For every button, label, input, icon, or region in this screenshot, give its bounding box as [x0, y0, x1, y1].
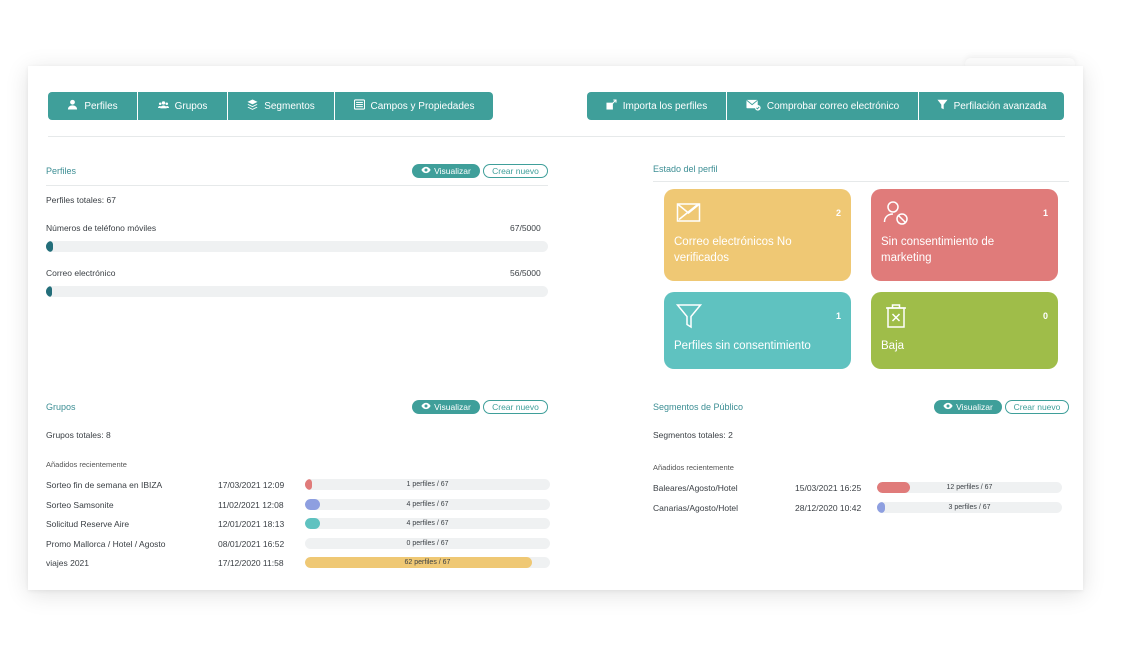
tile-label: Perfiles sin consentimiento	[674, 340, 811, 352]
tile-baja[interactable]: 0 Baja	[871, 292, 1058, 369]
eye-icon	[943, 402, 953, 412]
grupos-create-label: Crear nuevo	[492, 402, 539, 412]
toolbar-divider	[48, 136, 1065, 137]
row-name[interactable]: Baleares/Agosto/Hotel	[653, 483, 738, 493]
toolbar-right: Importa los perfiles Comprobar correo el…	[587, 92, 1064, 120]
dashboard-card: Perfiles Grupos Segmentos Campos y Propi…	[28, 66, 1083, 590]
row-date: 28/12/2020 10:42	[795, 502, 862, 513]
row-name[interactable]: Promo Mallorca / Hotel / Agosto	[46, 539, 166, 549]
segmentos-create-label: Crear nuevo	[1013, 402, 1061, 412]
row-name[interactable]: Canarias/Agosto/Hotel	[653, 503, 738, 513]
phone-value: 67/5000	[510, 223, 541, 233]
segmentos-button[interactable]: Segmentos	[228, 92, 335, 120]
segmentos-view-label: Visualizar	[956, 402, 993, 412]
comprobar-correo-button[interactable]: Comprobar correo electrónico	[727, 92, 919, 120]
user-icon	[67, 99, 78, 113]
tile-sin-consentimiento-marketing[interactable]: 1 Sin consentimiento de marketing	[871, 189, 1058, 281]
perfiles-section-title: Perfiles	[46, 166, 77, 176]
perfilacion-avanzada-button[interactable]: Perfilación avanzada	[919, 92, 1064, 120]
row-progress-bar: 3 perfiles / 67	[877, 501, 1062, 513]
phone-progress-fill	[46, 241, 53, 252]
grupos-view-button[interactable]: Visualizar	[412, 400, 480, 414]
grupos-button[interactable]: Grupos	[138, 92, 228, 120]
row-name[interactable]: viajes 2021	[46, 558, 89, 568]
row-progress-bar: 0 perfiles / 67	[305, 537, 550, 549]
segmentos-view-button[interactable]: Visualizar	[934, 400, 1002, 414]
comprobar-correo-button-label: Comprobar correo electrónico	[766, 100, 900, 112]
row-name[interactable]: Sorteo Samsonite	[46, 500, 114, 510]
import-icon	[606, 99, 617, 113]
perfiles-view-button[interactable]: Visualizar	[412, 164, 480, 178]
perfiles-button-label: Perfiles	[84, 100, 118, 112]
grupos-create-button[interactable]: Crear nuevo	[483, 400, 548, 414]
row-date: 12/01/2021 18:13	[218, 519, 285, 529]
grupos-section-title: Grupos	[46, 402, 76, 412]
estado-divider	[653, 181, 1069, 182]
row-progress-bar: 4 perfiles / 67	[305, 498, 550, 510]
campos-propiedades-button-label: Campos y Propiedades	[370, 100, 475, 112]
tile-count: 0	[1042, 311, 1048, 321]
email-label: Correo electrónico	[46, 268, 116, 278]
segmentos-section-title: Segmentos de Público	[653, 402, 744, 412]
row-progress-label: 3 perfiles / 67	[948, 503, 991, 511]
row-progress-label: 4 perfiles / 67	[406, 520, 449, 527]
eye-icon	[421, 402, 431, 412]
row-progress-label: 1 perfiles / 67	[406, 481, 449, 488]
tile-count: 2	[835, 208, 841, 218]
perfilacion-avanzada-button-label: Perfilación avanzada	[953, 100, 1047, 112]
perfiles-create-button[interactable]: Crear nuevo	[483, 164, 548, 178]
list-icon	[353, 99, 365, 113]
grupos-button-label: Grupos	[174, 100, 208, 112]
perfiles-divider	[46, 185, 548, 186]
phone-label: Números de teléfono móviles	[46, 223, 157, 233]
row-progress-label: 62 perfiles / 67	[404, 559, 451, 566]
segmentos-total: Segmentos totales: 2	[653, 430, 733, 440]
tile-label: Correo electrónicos No verificados	[674, 236, 792, 264]
perfiles-view-label: Visualizar	[434, 166, 471, 176]
toolbar-left: Perfiles Grupos Segmentos Campos y Propi…	[48, 92, 493, 120]
segmentos-create-button[interactable]: Crear nuevo	[1005, 400, 1069, 414]
row-date: 15/03/2021 16:25	[795, 483, 862, 493]
estado-section-title: Estado del perfil	[653, 164, 718, 174]
row-date: 08/01/2021 16:52	[218, 538, 285, 549]
row-date: 11/02/2021 12:08	[218, 499, 284, 510]
perfiles-button[interactable]: Perfiles	[48, 92, 138, 120]
grupos-recent-label: Añadidos recientemente	[46, 460, 127, 469]
tile-count: 1	[1042, 208, 1048, 218]
filter-icon	[937, 99, 948, 113]
email-progress-fill	[46, 286, 52, 297]
perfiles-create-label: Crear nuevo	[492, 166, 539, 176]
row-progress-label: 4 perfiles / 67	[406, 500, 449, 508]
perfiles-total: Perfiles totales: 67	[46, 195, 116, 205]
importa-perfiles-button-label: Importa los perfiles	[622, 100, 708, 112]
importa-perfiles-button[interactable]: Importa los perfiles	[587, 92, 727, 120]
row-progress-bar: 1 perfiles / 67	[305, 479, 550, 490]
segmentos-recent-label: Añadidos recientemente	[653, 463, 734, 472]
row-name[interactable]: Sorteo fin de semana en IBIZA	[46, 480, 162, 490]
row-progress-bar: 62 perfiles / 67	[305, 557, 550, 568]
grupos-total: Grupos totales: 8	[46, 430, 111, 440]
tile-correo-no-verificados[interactable]: 2 Correo electrónicos No verificados	[664, 189, 851, 281]
row-progress-label: 0 perfiles / 67	[406, 539, 449, 547]
tile-count: 1	[835, 311, 841, 321]
eye-icon	[421, 166, 431, 176]
row-date: 17/12/2020 11:58	[218, 558, 284, 568]
phone-progress-bar	[46, 241, 548, 252]
grupos-view-label: Visualizar	[434, 402, 471, 412]
tile-label: Sin consentimiento de marketing	[881, 236, 995, 264]
row-progress-bar: 12 perfiles / 67	[877, 482, 1062, 493]
email-progress-bar	[46, 286, 548, 297]
tile-label: Baja	[881, 340, 905, 352]
row-progress-bar: 4 perfiles / 67	[305, 518, 550, 529]
segmentos-button-label: Segmentos	[264, 100, 315, 112]
row-name[interactable]: Solicitud Reserve Aire	[46, 519, 129, 529]
campos-propiedades-button[interactable]: Campos y Propiedades	[335, 92, 493, 120]
email-value: 56/5000	[510, 268, 541, 278]
mail-check-icon	[746, 99, 761, 114]
tile-perfiles-sin-consentimiento[interactable]: 1 Perfiles sin consentimiento	[664, 292, 851, 369]
row-progress-label: 12 perfiles / 67	[946, 484, 993, 491]
row-date: 17/03/2021 12:09	[218, 480, 285, 490]
layers-icon	[247, 99, 258, 113]
users-icon	[157, 99, 169, 113]
